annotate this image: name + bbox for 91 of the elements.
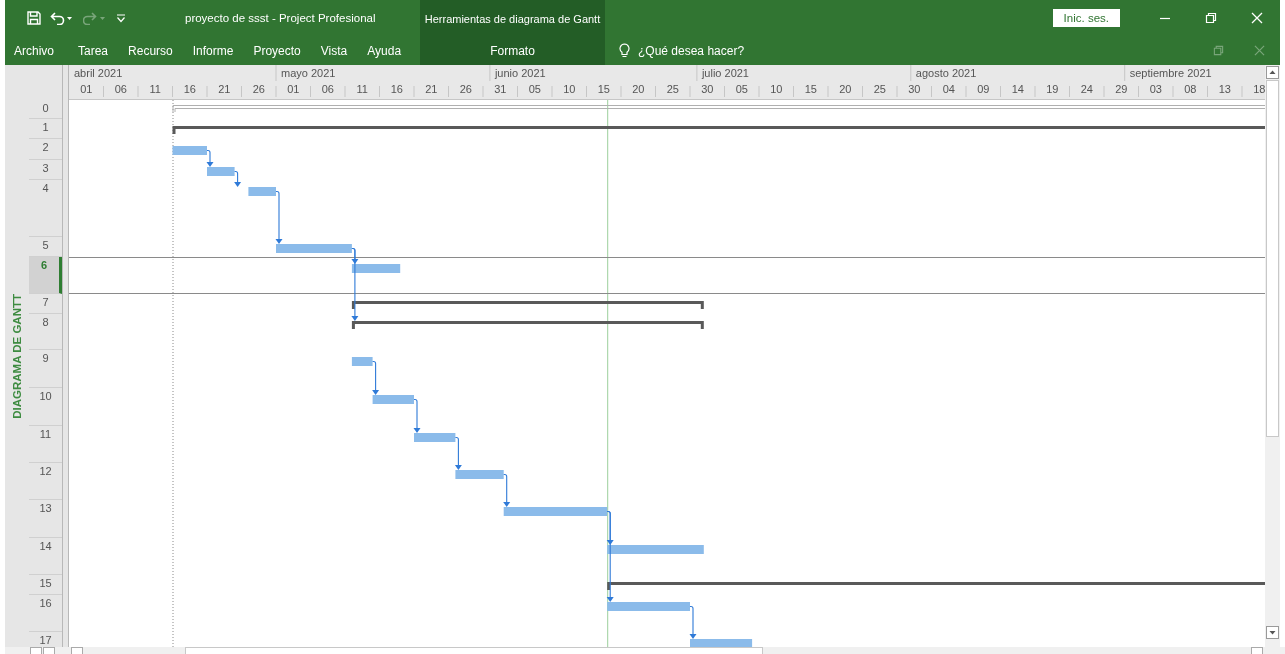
day-label: 15 — [597, 83, 610, 95]
tell-me-field[interactable]: ¿Qué desea hacer? — [638, 43, 788, 58]
view-bar-label[interactable]: DIAGRAMA DE GANTT — [11, 293, 23, 419]
month-label: septiembre 2021 — [1129, 67, 1212, 79]
summary-bar[interactable] — [351, 321, 704, 329]
ribbon-tab[interactable]: Tarea — [68, 36, 119, 65]
window-title: proyecto de ssst - Project Profesional — [185, 12, 377, 24]
day-label: 30 — [908, 83, 921, 95]
day-label: 11 — [149, 83, 161, 95]
task-bar[interactable] — [172, 146, 207, 155]
day-label: 15 — [804, 83, 817, 95]
day-label: 05 — [735, 83, 748, 95]
day-label: 20 — [632, 83, 645, 95]
scroll-right-button[interactable] — [42, 647, 55, 654]
day-label: 21 — [218, 83, 231, 95]
task-bar[interactable] — [372, 395, 414, 404]
dependency-arrow — [234, 170, 242, 187]
scroll-down-icon[interactable] — [1266, 626, 1279, 639]
day-label: 18 — [1253, 83, 1265, 95]
ribbon-tab[interactable]: Ayuda — [357, 36, 412, 65]
day-label: 26 — [252, 83, 265, 95]
day-label: 09 — [977, 83, 990, 95]
day-label: 08 — [1184, 83, 1197, 95]
day-label: 01 — [80, 83, 93, 95]
task-bar[interactable] — [248, 187, 276, 196]
summary-bar[interactable] — [607, 582, 1265, 590]
lightbulb-icon — [619, 43, 630, 58]
day-label: 06 — [114, 83, 127, 95]
scroll-right-button[interactable] — [1251, 647, 1263, 654]
context-tab-group-title: Herramientas de diagrama de Gantt — [420, 0, 605, 36]
day-label: 06 — [321, 83, 334, 95]
dependency-arrow — [454, 436, 462, 470]
day-label: 24 — [1080, 83, 1093, 95]
task-bar[interactable] — [607, 545, 704, 554]
task-bar[interactable] — [351, 357, 373, 366]
pane-splitter[interactable] — [62, 65, 69, 647]
ribbon-tab[interactable]: Informe — [182, 36, 244, 65]
dependency-arrow — [413, 398, 421, 433]
month-label: mayo 2021 — [281, 67, 336, 79]
day-label: 25 — [666, 83, 679, 95]
dependency-arrow — [275, 190, 283, 244]
dependency-arrow — [503, 473, 511, 507]
day-label: 19 — [1046, 83, 1059, 95]
project-summary-bar[interactable] — [172, 105, 1265, 113]
day-label: 20 — [839, 83, 852, 95]
day-label: 14 — [1011, 83, 1024, 95]
day-label: 31 — [494, 83, 507, 95]
day-label: 21 — [425, 83, 438, 95]
day-label: 13 — [1218, 83, 1231, 95]
month-label: abril 2021 — [74, 67, 123, 79]
day-label: 04 — [942, 83, 955, 95]
scroll-left-button[interactable] — [71, 647, 83, 654]
day-label: 30 — [701, 83, 714, 95]
month-label: julio 2021 — [701, 67, 749, 79]
day-label: 29 — [1115, 83, 1128, 95]
task-bar[interactable] — [414, 433, 456, 442]
customize-icon[interactable] — [116, 13, 126, 23]
ribbon-tab[interactable]: Archivo — [5, 36, 64, 65]
task-bar[interactable] — [455, 470, 504, 479]
summary-bar[interactable] — [351, 301, 704, 309]
ribbon-tab[interactable]: Vista — [310, 36, 358, 65]
restore-icon[interactable] — [1205, 12, 1217, 24]
dependency-arrow — [689, 605, 697, 639]
scrollbar-thumb[interactable] — [185, 647, 763, 654]
sign-in-button[interactable]: Inic. ses. — [1052, 9, 1120, 27]
month-label: junio 2021 — [494, 67, 546, 79]
ribbon-tab[interactable]: Proyecto — [243, 36, 311, 65]
task-bar[interactable] — [207, 167, 235, 176]
task-bar[interactable] — [351, 264, 401, 273]
scroll-left-button[interactable] — [29, 647, 42, 654]
scrollbar-thumb[interactable] — [1266, 80, 1279, 437]
save-icon[interactable] — [27, 11, 41, 25]
summary-bar[interactable] — [172, 126, 1265, 134]
month-label: agosto 2021 — [915, 67, 977, 79]
day-label: 05 — [528, 83, 541, 95]
day-label: 03 — [1149, 83, 1162, 95]
day-label: 11 — [356, 83, 368, 95]
day-label: 16 — [183, 83, 196, 95]
day-label: 10 — [770, 83, 783, 95]
undo-icon[interactable] — [50, 11, 74, 25]
day-label: 01 — [287, 83, 300, 95]
day-label: 25 — [873, 83, 886, 95]
ribbon-tab[interactable]: Recurso — [118, 36, 183, 65]
dependency-arrow — [372, 360, 380, 395]
close-icon[interactable] — [1251, 12, 1263, 24]
day-label: 16 — [390, 83, 403, 95]
row-number[interactable]: 6 — [29, 257, 62, 294]
dependency-arrow — [206, 149, 214, 167]
scroll-up-icon[interactable] — [1266, 66, 1279, 79]
day-label: 26 — [459, 83, 472, 95]
day-label: 10 — [563, 83, 576, 95]
